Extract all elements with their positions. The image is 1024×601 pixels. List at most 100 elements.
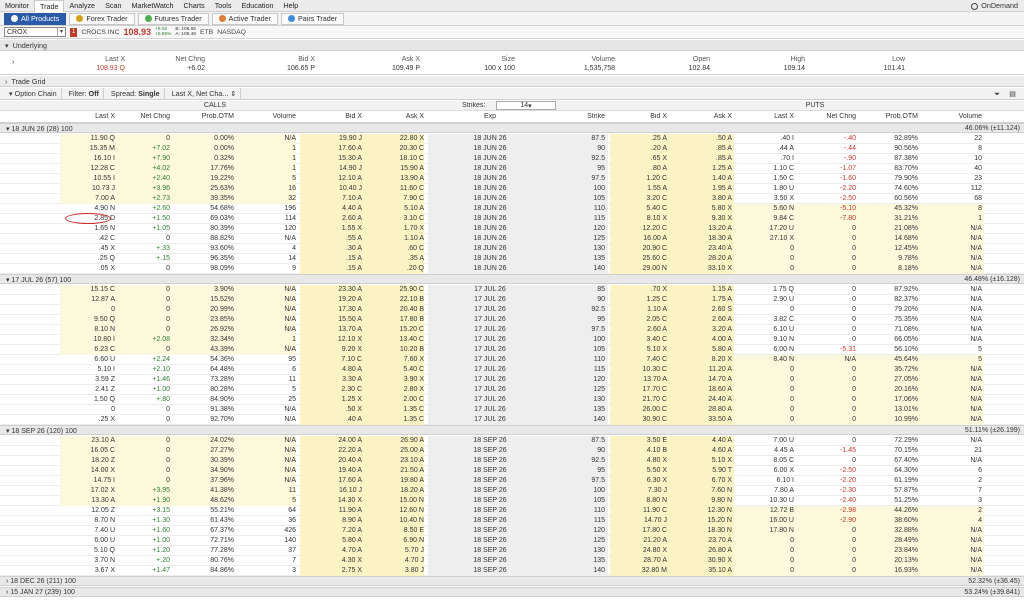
- call-cell[interactable]: 21.50 A: [366, 467, 424, 475]
- expiration-header[interactable]: ▾ 18 JUN 26 (28) 100 46.06% (±11.124): [0, 123, 1024, 133]
- column-header[interactable]: Last X: [736, 113, 794, 120]
- put-cell[interactable]: 7.40 C: [612, 356, 667, 364]
- put-cell[interactable]: 4.40 A: [672, 437, 732, 445]
- menu-education[interactable]: Education: [236, 0, 278, 12]
- symbol-input[interactable]: CROX ▼: [4, 27, 66, 37]
- call-cell[interactable]: 17.80 B: [366, 316, 424, 324]
- menu-marketwatch[interactable]: MarketWatch: [126, 0, 178, 12]
- option-row[interactable]: 0 0 91.38% N/A .50 X 1.35 C 17 JUL 26 135 26.00 …: [0, 405, 1024, 415]
- column-header[interactable]: Last X: [60, 113, 115, 120]
- put-cell[interactable]: 5.80 A: [672, 346, 732, 354]
- call-cell[interactable]: 19.90 J: [300, 135, 362, 143]
- call-cell[interactable]: 1.35 C: [366, 406, 424, 414]
- strikes-select[interactable]: 14 ▾: [496, 101, 556, 110]
- call-cell[interactable]: 13.70 A: [300, 326, 362, 334]
- call-cell[interactable]: 11.60 C: [366, 185, 424, 193]
- option-row[interactable]: .25 X 0 92.70% N/A .40 A 1.35 C 17 JUL 26 140 30…: [0, 415, 1024, 425]
- call-cell[interactable]: 14.90 J: [300, 165, 362, 173]
- call-cell[interactable]: 23.30 A: [300, 286, 362, 294]
- call-cell[interactable]: .20 Q: [366, 265, 424, 273]
- option-chain-toggle[interactable]: ▾ Option Chain: [5, 87, 62, 100]
- put-cell[interactable]: 1.40 A: [672, 175, 732, 183]
- option-row[interactable]: 3.70 N +.20 80.76% 7 4.30 X 4.70 J 18 SEP 26 13…: [0, 556, 1024, 566]
- call-cell[interactable]: 1.70 X: [366, 225, 424, 233]
- expand-icon[interactable]: ›: [12, 59, 14, 66]
- put-cell[interactable]: 4.80 X: [612, 457, 667, 465]
- option-row[interactable]: 18.20 Z 0 30.39% N/A 20.40 A 23.10 A 18 SEP 26…: [0, 456, 1024, 466]
- put-cell[interactable]: 5.50 X: [612, 467, 667, 475]
- call-cell[interactable]: 11.90 A: [300, 507, 362, 515]
- call-cell[interactable]: 15.30 A: [300, 155, 362, 163]
- menu-analyze[interactable]: Analyze: [64, 0, 100, 12]
- call-cell[interactable]: 4.40 A: [300, 205, 362, 213]
- option-row[interactable]: 1.50 Q +.80 84.90% 25 1.25 X 2.00 C 17 JUL 26 1…: [0, 395, 1024, 405]
- call-cell[interactable]: 19.20 A: [300, 296, 362, 304]
- call-cell[interactable]: 5.80 A: [300, 537, 362, 545]
- call-cell[interactable]: 24.00 A: [300, 437, 362, 445]
- expiration-header-collapsed[interactable]: › 18 DEC 26 (211) 100 52.32% (±36.45): [0, 576, 1024, 586]
- put-cell[interactable]: 14.70 J: [612, 517, 667, 525]
- put-cell[interactable]: 18.60 A: [672, 386, 732, 394]
- call-cell[interactable]: 19.40 A: [300, 467, 362, 475]
- put-cell[interactable]: 18.30 N: [672, 527, 732, 535]
- ondemand-button[interactable]: OnDemand: [971, 0, 1018, 12]
- call-cell[interactable]: 7.20 A: [300, 527, 362, 535]
- column-header[interactable]: Prob.OTM: [172, 113, 234, 120]
- put-cell[interactable]: 1.95 A: [672, 185, 732, 193]
- put-cell[interactable]: 1.15 A: [672, 286, 732, 294]
- call-cell[interactable]: 17.60 A: [300, 145, 362, 153]
- expiration-header[interactable]: ▾ 17 JUL 26 (57) 100 46.48% (±16.128): [0, 274, 1024, 284]
- call-cell[interactable]: 13.40 C: [366, 336, 424, 344]
- put-cell[interactable]: 28.80 A: [672, 406, 732, 414]
- call-cell[interactable]: 15.20 C: [366, 326, 424, 334]
- chevron-down-icon[interactable]: ▼: [57, 28, 65, 36]
- option-row[interactable]: 10.55 I +2.40 19.22% 5 12.10 A 13.90 A 18 JUN …: [0, 174, 1024, 184]
- call-cell[interactable]: 19.80 A: [366, 477, 424, 485]
- call-cell[interactable]: 17.60 A: [300, 477, 362, 485]
- put-cell[interactable]: 16.00 A: [612, 235, 667, 243]
- put-cell[interactable]: 12.20 C: [612, 225, 667, 233]
- put-cell[interactable]: 23.70 A: [672, 537, 732, 545]
- put-cell[interactable]: 28.20 A: [672, 255, 732, 263]
- call-cell[interactable]: 7.60 X: [366, 356, 424, 364]
- put-cell[interactable]: 32.80 M: [612, 567, 667, 575]
- put-cell[interactable]: 1.20 C: [612, 175, 667, 183]
- menu-tools[interactable]: Tools: [210, 0, 237, 12]
- put-cell[interactable]: 13.70 A: [612, 376, 667, 384]
- option-row[interactable]: 7.00 A +2.73 39.35% 32 7.10 A 7.90 C 18 JUN 26…: [0, 194, 1024, 204]
- tab-pairs-trader[interactable]: Pairs Trader: [281, 12, 345, 25]
- put-cell[interactable]: 8.20 X: [672, 356, 732, 364]
- call-cell[interactable]: 1.35 C: [366, 416, 424, 424]
- call-cell[interactable]: 2.00 C: [366, 396, 424, 404]
- option-row[interactable]: 15.35 M +7.02 0.00% 1 17.60 A 20.30 C 18 JUN 2…: [0, 144, 1024, 154]
- call-cell[interactable]: 15.50 A: [300, 316, 362, 324]
- put-cell[interactable]: 6.70 X: [672, 477, 732, 485]
- put-cell[interactable]: .80 A: [612, 165, 667, 173]
- column-header[interactable]: Volume: [922, 113, 982, 120]
- call-cell[interactable]: 8.50 E: [366, 527, 424, 535]
- call-cell[interactable]: 15.90 A: [366, 165, 424, 173]
- put-cell[interactable]: 5.80 X: [672, 205, 732, 213]
- call-cell[interactable]: 6.90 N: [366, 537, 424, 545]
- put-cell[interactable]: 8.10 X: [612, 215, 667, 223]
- column-header[interactable]: Ask X: [366, 113, 424, 120]
- call-cell[interactable]: 2.75 X: [300, 567, 362, 575]
- option-row[interactable]: 6.60 U +2.24 54.36% 95 7.10 C 7.60 X 17 JUL 26…: [0, 355, 1024, 365]
- option-row[interactable]: 10.73 J +3.96 25.63% 16 10.40 J 11.60 C 18 JUN…: [0, 184, 1024, 194]
- option-row[interactable]: .25 Q +.15 96.35% 14 .15 A .35 A 18 JUN 26 135 2…: [0, 254, 1024, 264]
- call-cell[interactable]: 10.40 N: [366, 517, 424, 525]
- call-cell[interactable]: 13.90 A: [366, 175, 424, 183]
- option-row[interactable]: 15.15 C 0 3.90% N/A 23.30 A 25.90 C 17 JUL 26 8…: [0, 285, 1024, 295]
- column-header[interactable]: Ask X: [672, 113, 732, 120]
- option-row[interactable]: 4.90 N +2.60 54.68% 196 4.40 A 5.10 A 18 JUN 2…: [0, 204, 1024, 214]
- put-cell[interactable]: 33.10 X: [672, 265, 732, 273]
- put-cell[interactable]: 26.80 A: [672, 547, 732, 555]
- call-cell[interactable]: 4.30 X: [300, 557, 362, 565]
- put-cell[interactable]: 25.60 C: [612, 255, 667, 263]
- tab-active-trader[interactable]: Active Trader: [211, 12, 278, 25]
- call-cell[interactable]: 7.90 C: [366, 195, 424, 203]
- tab-futures-trader[interactable]: Futures Trader: [137, 12, 209, 25]
- put-cell[interactable]: 14.70 A: [672, 376, 732, 384]
- expand-icon[interactable]: ›: [5, 77, 7, 86]
- call-cell[interactable]: 22.80 X: [366, 135, 424, 143]
